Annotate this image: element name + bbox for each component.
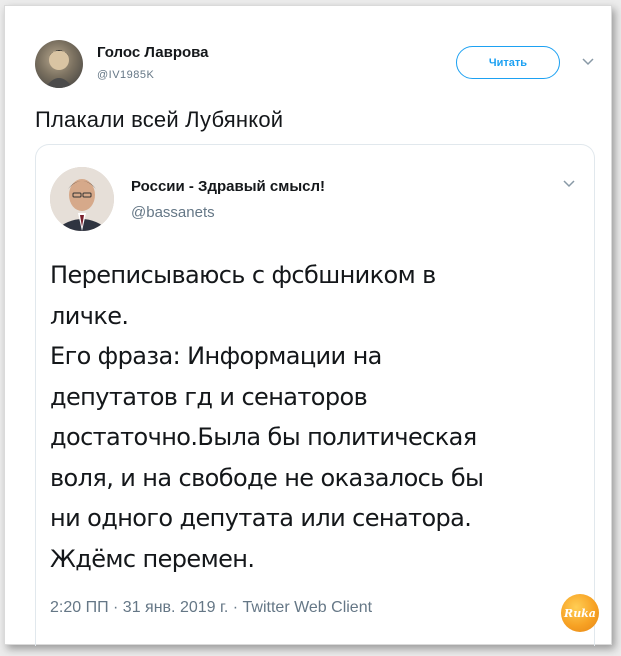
tweet-text: Плакали всей Лубянкой xyxy=(35,107,284,132)
quoted-text-line: Ждёмс перемен. xyxy=(50,544,255,573)
quoted-text-line: Его фраза: Информации на xyxy=(50,342,382,370)
author-avatar[interactable] xyxy=(35,40,83,88)
chevron-down-icon[interactable] xyxy=(582,58,594,66)
quoted-author-name[interactable]: России - Здравый смысл! xyxy=(131,178,325,195)
chevron-down-icon[interactable] xyxy=(563,180,575,188)
follow-button[interactable]: Читать xyxy=(456,46,560,79)
quoted-text-line: депутатов гд и сенаторов xyxy=(50,382,368,411)
author-handle[interactable]: @IV1985K xyxy=(97,69,154,81)
quoted-author-avatar[interactable] xyxy=(50,167,114,231)
quoted-text-line: Переписываюсь с фсбшником в xyxy=(50,261,436,289)
quoted-text-line: личке. xyxy=(50,301,129,330)
tweet-card: Голос Лаврова @IV1985K Читать Плакали вс… xyxy=(4,5,612,646)
watermark-logo: Ruka xyxy=(561,594,599,632)
author-name[interactable]: Голос Лаврова xyxy=(97,44,209,61)
tweet-timestamp[interactable]: 2:20 ПП · 31 янв. 2019 г. · Twitter Web … xyxy=(50,599,372,617)
quoted-tweet-text: Переписываюсь с фсбшником в личке. Его ф… xyxy=(50,255,570,579)
quoted-text-line: воля, и на свободе не оказалось бы xyxy=(50,463,484,492)
quoted-author-handle[interactable]: @bassanets xyxy=(131,204,215,221)
quoted-text-line: ни одного депутата или сенатора. xyxy=(50,504,472,532)
quoted-text-line: достаточно.Была бы политическая xyxy=(50,423,477,451)
quoted-tweet[interactable]: России - Здравый смысл! @bassanets Переп… xyxy=(35,144,595,646)
